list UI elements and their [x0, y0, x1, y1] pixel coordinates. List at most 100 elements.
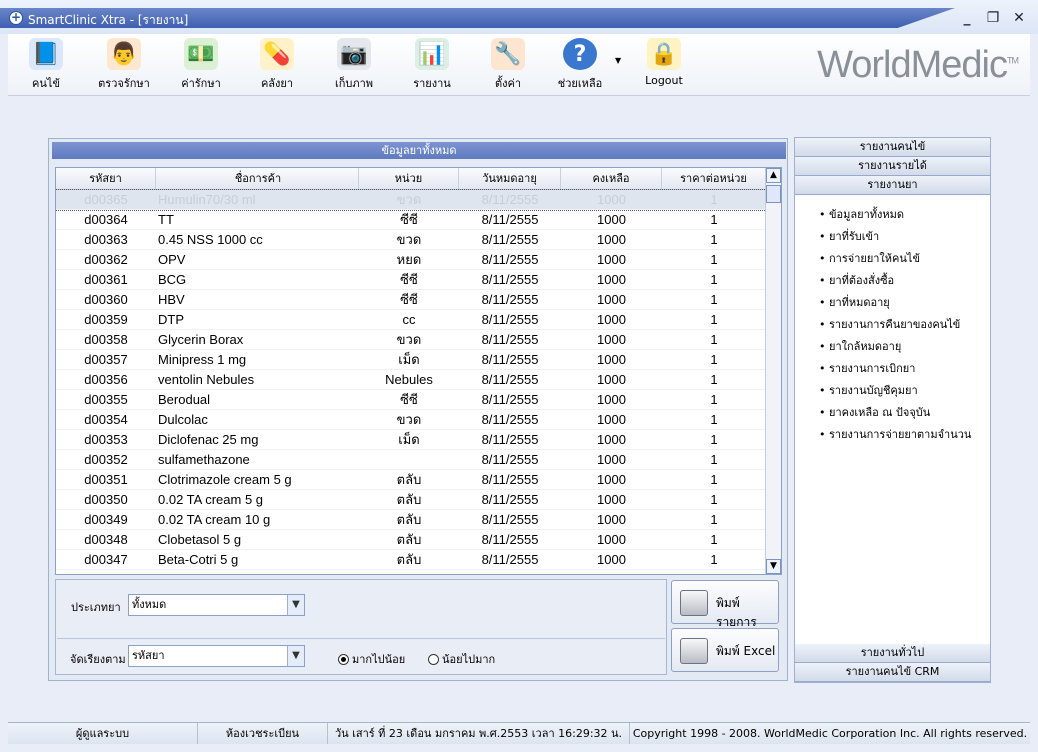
lock-icon: 🔒 — [647, 38, 681, 70]
table-row[interactable]: d00358 Glycerin Borax ขวด 8/11/2555 1000 1 — [56, 330, 766, 350]
table-cell: ซีซี — [400, 392, 418, 407]
toolbar-label: คลังยา — [260, 77, 294, 90]
table-row[interactable]: d00347 Beta-Cotri 5 g ตลับ 8/11/2555 1000 1 — [56, 550, 766, 570]
sidebar-header-drug-report[interactable]: รายงานยา — [795, 176, 990, 195]
table-row[interactable]: d00365 Humulin70/30 ml ขวด 8/11/2555 1000 1 — [56, 189, 767, 211]
table-row[interactable]: d00364 TT ซีซี 8/11/2555 1000 1 — [56, 210, 766, 230]
table-row[interactable]: d00351 Clotrimazole cream 5 g ตลับ 8/11/255… — [56, 470, 766, 490]
table-row[interactable]: d00360 HBV ซีซี 8/11/2555 1000 1 — [56, 290, 766, 310]
table-row[interactable]: d00349 0.02 TA cream 10 g ตลับ 8/11/2555 100… — [56, 510, 766, 530]
report-sidebar: รายงานคนไข้ รายงานรายได้ รายงานยา ข้อมูล… — [794, 137, 991, 683]
scroll-down-icon[interactable]: ▼ — [766, 559, 781, 574]
toolbar-button-examine[interactable]: 👨 ตรวจรักษา — [88, 36, 160, 94]
table-cell: 1 — [710, 352, 718, 367]
filter-row-type: ประเภทยา ทั้งหมด ▼ — [57, 581, 665, 639]
close-button[interactable]: ✕ — [1008, 10, 1030, 28]
table-cell: 1 — [710, 332, 718, 347]
table-cell: d00348 — [84, 532, 128, 547]
radio-asc[interactable]: น้อยไปมาก — [428, 650, 495, 668]
sidebar-header-patient-report[interactable]: รายงานคนไข้ — [795, 138, 990, 157]
doctor-icon: 👨 — [107, 38, 141, 70]
table-cell: 8/11/2555 — [481, 432, 539, 447]
capsule-icon: 💊 — [260, 38, 294, 70]
table-row[interactable]: d00359 DTP cc 8/11/2555 1000 1 — [56, 310, 766, 330]
sort-select[interactable]: รหัสยา ▼ — [128, 645, 305, 667]
table-row[interactable]: d00362 OPV หยด 8/11/2555 1000 1 — [56, 250, 766, 270]
minimize-button[interactable]: _ — [956, 10, 978, 28]
table-cell: 1000 — [597, 232, 626, 247]
toolbar-button-pharmacy[interactable]: 💊 คลังยา — [241, 36, 313, 94]
sidebar-item[interactable]: ข้อมูลยาทั้งหมด — [819, 204, 990, 226]
table-row[interactable]: d00357 Minipress 1 mg เม็ด 8/11/2555 1000 1 — [56, 350, 766, 370]
sidebar-item[interactable]: ยาที่หมดอายุ — [819, 292, 990, 314]
type-select[interactable]: ทั้งหมด ▼ — [128, 594, 305, 616]
toolbar-button-patient[interactable]: 📘 คนไข้ — [10, 36, 82, 94]
sidebar-item[interactable]: รายงานการจ่ายยาตามจำนวน — [819, 424, 990, 446]
sidebar-header-crm-report[interactable]: รายงานคนไข้ CRM — [795, 663, 990, 682]
column-header[interactable]: ราคาต่อหน่วย — [662, 168, 766, 189]
chevron-down-icon[interactable]: ▼ — [287, 595, 304, 615]
toolbar-button-fees[interactable]: 💵 ค่ารักษา — [165, 36, 237, 94]
table-row[interactable]: d00361 BCG ซีซี 8/11/2555 1000 1 — [56, 270, 766, 290]
sidebar-header-income-report[interactable]: รายงานรายได้ — [795, 157, 990, 176]
radio-desc-icon[interactable] — [338, 653, 349, 665]
chevron-down-icon[interactable]: ▼ — [615, 56, 621, 65]
sidebar-item[interactable]: ยาที่รับเข้า — [819, 226, 990, 248]
toolbar-label: ค่ารักษา — [181, 77, 221, 90]
table-cell: 8/11/2555 — [481, 492, 539, 507]
app-icon[interactable]: + — [9, 11, 23, 25]
vertical-scrollbar[interactable]: ▲ ▼ — [765, 168, 781, 574]
table-cell: 1000 — [597, 292, 626, 307]
chevron-down-icon[interactable]: ▼ — [287, 646, 304, 666]
table-cell: 8/11/2555 — [481, 352, 539, 367]
toolbar-button-settings[interactable]: 🔧 ตั้งค่า — [472, 36, 544, 94]
table-row[interactable]: d00356 ventolin Nebules Nebules 8/11/2555 10… — [56, 370, 766, 390]
table-cell: 1 — [710, 192, 718, 207]
scroll-up-icon[interactable]: ▲ — [766, 168, 781, 183]
table-row[interactable]: d00348 Clobetasol 5 g ตลับ 8/11/2555 1000 1 — [56, 530, 766, 550]
table-cell: 1 — [710, 232, 718, 247]
scroll-thumb[interactable] — [766, 185, 781, 203]
column-header[interactable]: หน่วย — [359, 168, 459, 189]
drug-table[interactable]: รหัสยา ชื่อการค้า หน่วย วันหมดอายุ คงเหล… — [55, 167, 782, 575]
sidebar-item[interactable]: รายงานการคืนยาของคนไข้ — [819, 314, 990, 336]
sidebar-item[interactable]: รายงานการเบิกยา — [819, 358, 990, 380]
toolbar-button-logout[interactable]: 🔒 Logout — [628, 36, 700, 94]
sort-label: จัดเรียงตาม — [70, 653, 126, 666]
radio-asc-icon[interactable] — [428, 653, 439, 665]
restore-button[interactable]: ❐ — [982, 10, 1004, 28]
table-cell: เม็ด — [398, 432, 420, 447]
column-header[interactable]: รหัสยา — [56, 168, 156, 189]
table-row[interactable]: d00354 Dulcolac ขวด 8/11/2555 1000 1 — [56, 410, 766, 430]
sidebar-item[interactable]: ยาคงเหลือ ณ ปัจจุบัน — [819, 402, 990, 424]
sidebar-item[interactable]: การจ่ายยาให้คนไข้ — [819, 248, 990, 270]
print-list-button[interactable]: พิมพ์รายการ — [671, 580, 779, 629]
sidebar-header-general-report[interactable]: รายงานทั่วไป — [795, 644, 990, 663]
toolbar-button-reports[interactable]: 📊 รายงาน — [396, 36, 468, 94]
sidebar-item[interactable]: รายงานบัญชีคุมยา — [819, 380, 990, 402]
sidebar-item[interactable]: ยาที่ต้องสั่งซื้อ — [819, 270, 990, 292]
table-row[interactable]: d00363 0.45 NSS 1000 cc ขวด 8/11/2555 1000 1 — [56, 230, 766, 250]
toolbar-button-help[interactable]: ? ช่วยเหลือ — [544, 36, 616, 94]
table-cell: 8/11/2555 — [481, 232, 539, 247]
table-cell: ตลับ — [396, 532, 422, 547]
table-cell: d00349 — [84, 512, 128, 527]
table-cell: 1 — [710, 412, 718, 427]
table-cell: BCG — [158, 272, 187, 287]
table-row[interactable]: d00353 Diclofenac 25 mg เม็ด 8/11/2555 1000 1 — [56, 430, 766, 450]
table-cell: 1000 — [597, 192, 626, 207]
column-header[interactable]: ชื่อการค้า — [156, 168, 359, 189]
print-excel-button[interactable]: พิมพ์ Excel — [671, 628, 779, 672]
table-row[interactable]: d00352 sulfamethazone 8/11/2555 1000 1 — [56, 450, 766, 470]
table-cell: d00351 — [84, 472, 128, 487]
column-header[interactable]: วันหมดอายุ — [459, 168, 561, 189]
table-row[interactable]: d00355 Berodual ซีซี 8/11/2555 1000 1 — [56, 390, 766, 410]
toolbar-button-images[interactable]: 📷 เก็บภาพ — [318, 36, 390, 94]
radio-desc[interactable]: มากไปน้อย — [338, 650, 405, 668]
table-cell — [359, 450, 459, 469]
column-header[interactable]: คงเหลือ — [561, 168, 662, 189]
table-cell: 1 — [710, 552, 718, 567]
sidebar-list: ข้อมูลยาทั้งหมดยาที่รับเข้าการจ่ายยาให้ค… — [795, 196, 990, 446]
sidebar-item[interactable]: ยาใกล้หมดอายุ — [819, 336, 990, 358]
table-row[interactable]: d00350 0.02 TA cream 5 g ตลับ 8/11/2555 1000… — [56, 490, 766, 510]
